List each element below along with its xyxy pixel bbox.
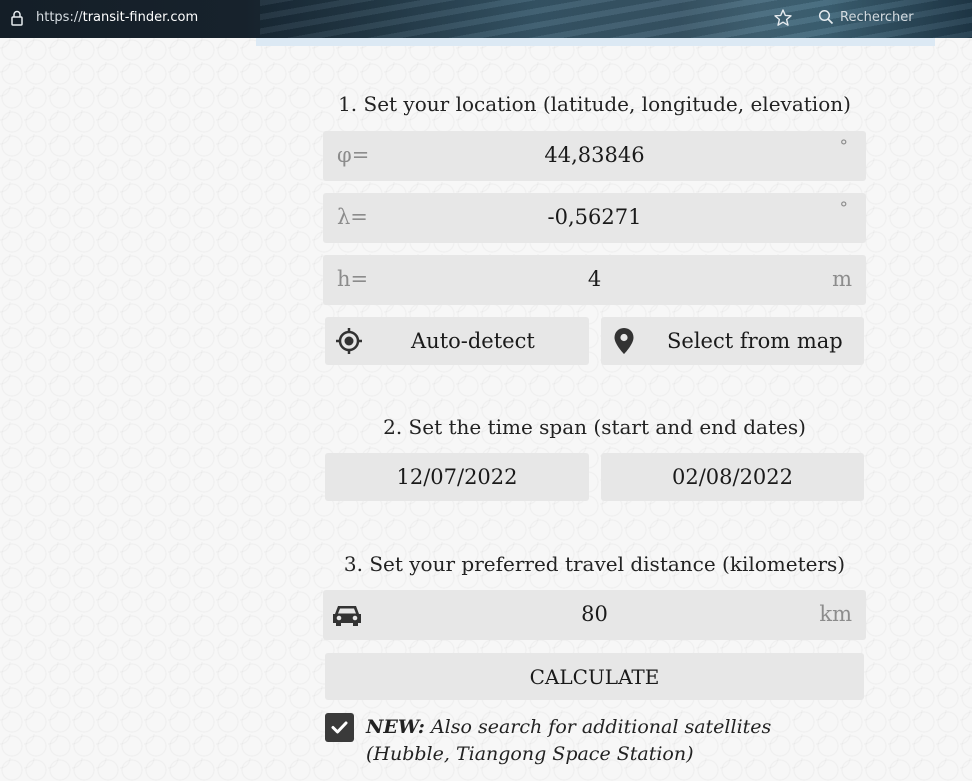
longitude-value[interactable]: -0,56271 [323,205,866,229]
longitude-field[interactable]: λ= -0,56271 ° [323,193,866,243]
timespan-section-title: 2. Set the time span (start and end date… [383,415,806,439]
latitude-value[interactable]: 44,83846 [323,143,866,167]
longitude-unit: ° [839,199,849,219]
latitude-unit: ° [839,137,849,157]
browser-toolbar: https://transit-finder.com Rechercher [0,0,972,38]
crosshair-icon [336,328,362,354]
elevation-value[interactable]: 4 [323,267,866,291]
satellites-option-text: Also search for additional satellites (H… [366,716,772,765]
satellites-checkbox[interactable] [325,713,354,742]
elevation-unit: m [832,267,852,291]
search-icon [818,9,834,25]
elevation-field[interactable]: h= 4 m [323,255,866,305]
satellites-option-label[interactable]: NEW: Also search for additional satellit… [366,714,836,768]
latitude-field[interactable]: φ= 44,83846 ° [323,131,866,181]
url-scheme: https:// [36,10,83,25]
start-date-value: 12/07/2022 [396,465,518,489]
distance-unit: km [819,602,852,626]
address-bar[interactable]: https://transit-finder.com [36,10,198,25]
auto-detect-label: Auto-detect [411,329,535,353]
lock-icon [11,10,23,26]
end-date-value: 02/08/2022 [671,465,794,489]
auto-detect-button[interactable]: Auto-detect [325,317,589,365]
start-date-input[interactable]: 12/07/2022 [325,453,589,501]
distance-field[interactable]: 80 km [323,590,866,640]
end-date-input[interactable]: 02/08/2022 [601,453,864,501]
calculate-label: CALCULATE [529,665,660,689]
location-section-title: 1. Set your location (latitude, longitud… [338,92,851,116]
url-host: transit-finder.com [82,10,199,25]
checkmark-icon [331,721,348,734]
calculate-button[interactable]: CALCULATE [325,653,864,700]
new-badge-label: NEW: [366,716,425,738]
select-from-map-label: Select from map [667,329,843,353]
page-header-strip [256,38,935,46]
map-pin-icon [614,328,634,354]
distance-section-title: 3. Set your preferred travel distance (k… [343,552,846,576]
search-input[interactable]: Rechercher [840,10,914,25]
distance-value[interactable]: 80 [323,602,866,626]
bookmark-star-icon[interactable] [773,8,793,28]
select-from-map-button[interactable]: Select from map [601,317,864,365]
